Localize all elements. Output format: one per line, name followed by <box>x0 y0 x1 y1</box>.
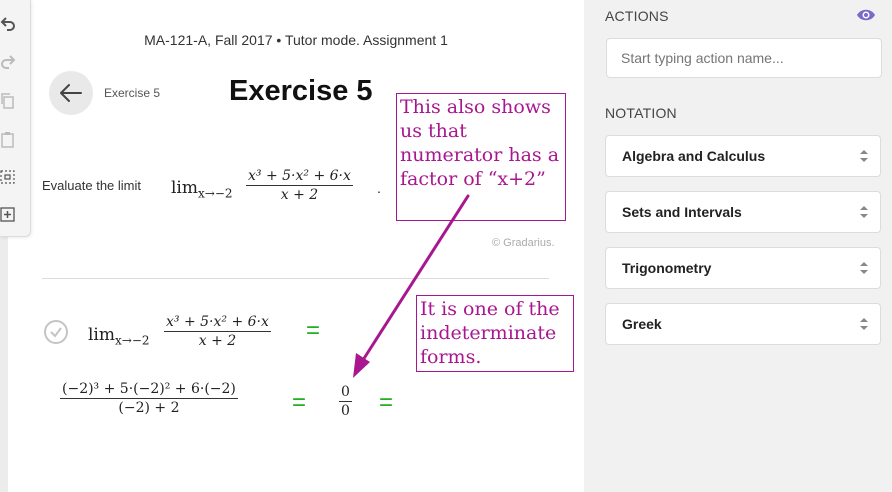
copyright: © Gradarius. <box>492 237 555 249</box>
notation-select-greek[interactable]: Greek <box>605 303 881 345</box>
select-label: Greek <box>622 316 662 332</box>
problem-denominator: x + 2 <box>280 187 319 203</box>
result-denominator: 0 <box>341 403 350 419</box>
notation-select-sets[interactable]: Sets and Intervals <box>605 191 881 233</box>
exercise-breadcrumb: Exercise 5 <box>104 86 161 100</box>
action-search-input[interactable] <box>606 38 882 78</box>
lim-subscript: x→−2 <box>198 186 233 201</box>
arrow-left-icon <box>60 84 82 102</box>
equals-sign: = <box>379 389 394 416</box>
actions-label: ACTIONS <box>605 8 669 24</box>
work-numerator: x³ + 5·x² + 6·x <box>164 314 271 332</box>
work-denominator: x + 2 <box>198 333 237 349</box>
sort-arrows-icon <box>860 318 868 330</box>
problem-period: . <box>377 180 381 196</box>
problem-limit: limx→−2 <box>171 178 233 200</box>
substitution-denominator: (−2) + 2 <box>118 400 180 416</box>
substitution-fraction: (−2)³ + 5·(−2)² + 6·(−2) (−2) + 2 <box>60 381 238 416</box>
equals-sign: = <box>292 389 307 416</box>
back-button[interactable] <box>49 71 93 115</box>
annotation-note-indeterminate[interactable]: It is one of the indeterminate forms. <box>416 295 574 372</box>
eye-icon[interactable] <box>856 7 876 23</box>
result-fraction: 0 0 <box>339 384 352 419</box>
select-box-icon[interactable] <box>0 168 16 186</box>
undo-icon[interactable] <box>0 16 16 34</box>
sort-arrows-icon <box>860 206 868 218</box>
work-limit: limx→−2 <box>88 325 150 347</box>
problem-numerator: x³ + 5·x² + 6·x <box>246 168 353 186</box>
work-fraction: x³ + 5·x² + 6·x x + 2 <box>164 314 271 349</box>
course-title: MA-121-A, Fall 2017 • Tutor mode. Assign… <box>144 32 448 48</box>
select-label: Algebra and Calculus <box>622 148 766 164</box>
problem-prompt: Evaluate the limit <box>42 178 141 193</box>
substitution-numerator: (−2)³ + 5·(−2)² + 6·(−2) <box>60 381 238 399</box>
edit-toolbar <box>0 0 31 237</box>
result-numerator: 0 <box>339 384 352 402</box>
sidebar: ACTIONS NOTATION Algebra and Calculus Se… <box>584 0 892 492</box>
paste-icon[interactable] <box>0 130 16 148</box>
problem-fraction: x³ + 5·x² + 6·x x + 2 <box>246 168 353 203</box>
select-label: Trigonometry <box>622 260 712 276</box>
equals-sign: = <box>306 317 321 344</box>
annotation-note-factor[interactable]: This also shows us that numerator has a … <box>396 93 566 221</box>
notation-select-trig[interactable]: Trigonometry <box>605 247 881 289</box>
add-box-icon[interactable] <box>0 206 16 224</box>
divider <box>42 278 549 279</box>
page-title: Exercise 5 <box>229 75 373 107</box>
select-label: Sets and Intervals <box>622 204 742 220</box>
exercise-panel: MA-121-A, Fall 2017 • Tutor mode. Assign… <box>8 0 584 492</box>
lim-text: lim <box>171 178 198 198</box>
work-lim-subscript: x→−2 <box>115 333 150 348</box>
check-icon[interactable] <box>44 320 68 344</box>
sort-arrows-icon <box>860 262 868 274</box>
work-lim-text: lim <box>88 325 115 345</box>
notation-select-algebra[interactable]: Algebra and Calculus <box>605 135 881 177</box>
copy-icon[interactable] <box>0 92 16 110</box>
sort-arrows-icon <box>860 150 868 162</box>
redo-icon[interactable] <box>0 54 16 72</box>
notation-label: NOTATION <box>605 105 677 121</box>
